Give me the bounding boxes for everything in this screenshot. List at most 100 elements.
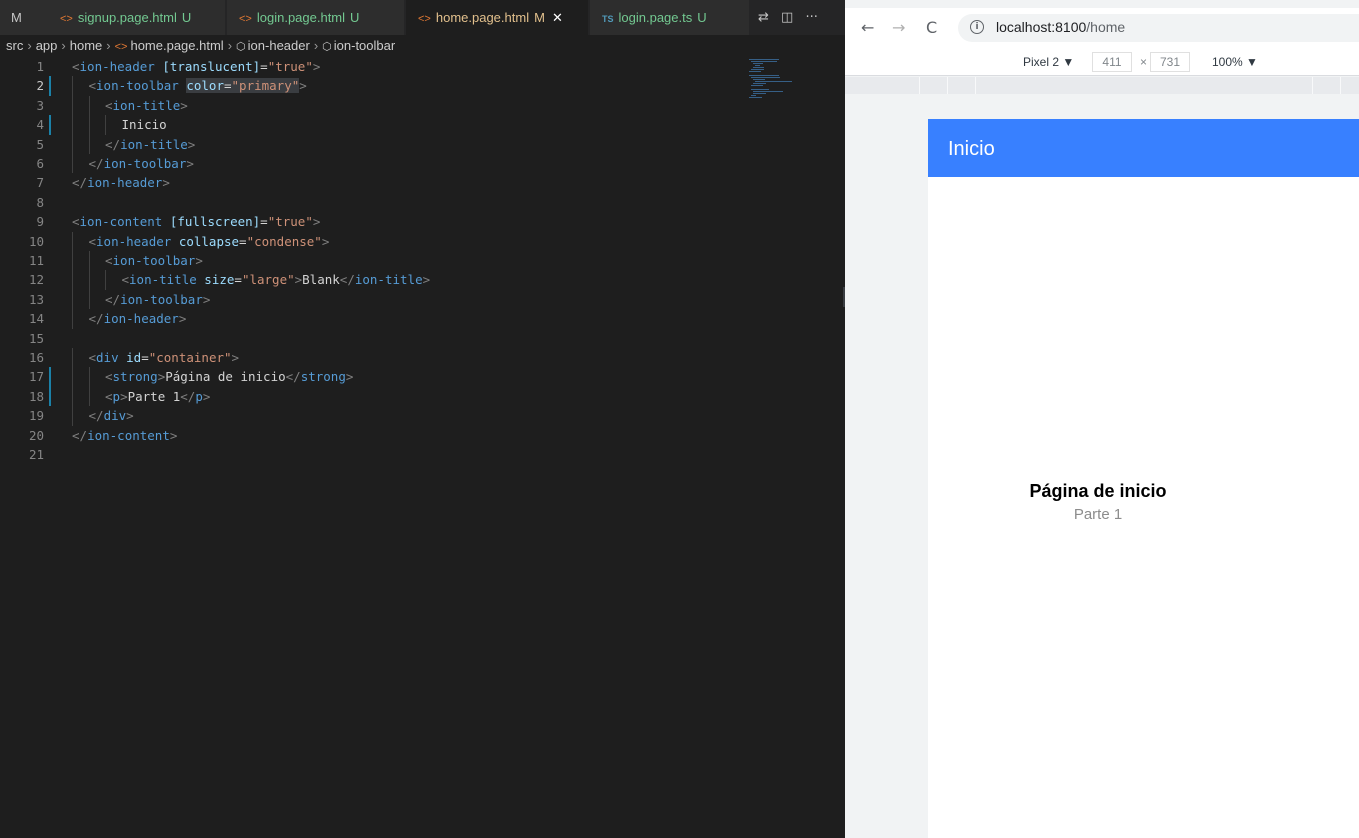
breadcrumb-item[interactable]: app <box>36 38 58 53</box>
code-token: div <box>103 408 127 424</box>
breadcrumb-item[interactable]: home <box>70 38 103 53</box>
media-query-ruler[interactable] <box>845 77 1359 94</box>
code-line[interactable]: 5 </ion-title> <box>0 134 845 154</box>
code-text: </ion-header> <box>72 173 170 192</box>
code-token: > <box>169 427 178 443</box>
editor-tab[interactable]: <> home.page.html M ✕ <box>406 0 589 35</box>
modified-line-marker[interactable] <box>49 115 51 135</box>
code-token: </ <box>88 408 104 424</box>
code-token: Parte 1 <box>127 388 181 404</box>
back-icon[interactable]: ← <box>861 18 874 37</box>
code-token: = <box>239 233 247 249</box>
forward-icon[interactable]: → <box>892 18 905 37</box>
close-tab-icon[interactable]: ✕ <box>552 10 563 25</box>
code-line[interactable]: 15 <box>0 329 845 348</box>
editor-tab[interactable]: <> signup.page.html U <box>48 0 226 35</box>
code-text: <ion-toolbar color="primary"> <box>89 76 307 95</box>
info-icon[interactable]: i <box>970 20 984 34</box>
code-token: > <box>186 156 194 171</box>
code-token: size <box>204 272 235 288</box>
breadcrumb-item[interactable]: ion-toolbar <box>334 38 395 53</box>
minimap[interactable] <box>745 57 845 117</box>
code-line[interactable]: 1 <ion-header [translucent]="true"> <box>0 57 845 76</box>
editor-tab[interactable]: <> login.page.html U <box>227 0 405 35</box>
code-token: </ <box>88 311 104 327</box>
minimap-line <box>749 75 779 76</box>
code-line[interactable]: 13 </ion-toolbar> <box>0 289 845 310</box>
git-status-badge: U <box>350 10 360 25</box>
code-line[interactable]: 9 <ion-content [fullscreen]="true"> <box>0 212 845 231</box>
page-heading: Página de inicio <box>1029 481 1167 501</box>
ruler-tick <box>947 77 948 94</box>
minimap-line <box>749 71 761 72</box>
line-number: 2 <box>36 78 44 94</box>
compare-changes-icon[interactable]: ⇄ <box>758 0 769 35</box>
line-number: 6 <box>36 156 44 171</box>
code-token: < <box>105 253 113 268</box>
breadcrumb-item[interactable]: home.page.html <box>130 38 223 53</box>
code-area[interactable]: 1 <ion-header [translucent]="true"> 2 <ion-… <box>0 57 845 838</box>
indent-guide <box>88 251 90 271</box>
split-editor-icon[interactable]: ◫ <box>781 0 793 35</box>
git-status-badge: U <box>697 10 707 25</box>
code-line[interactable]: 4 Inicio <box>0 115 845 135</box>
code-token: Página de inicio <box>165 369 286 385</box>
code-line[interactable]: 6 </ion-toolbar> <box>0 154 845 174</box>
reload-icon[interactable]: C <box>926 18 937 37</box>
code-line[interactable]: 7 </ion-header> <box>0 173 845 192</box>
html-icon: <> <box>60 13 73 25</box>
indent-guide <box>72 115 73 135</box>
code-line[interactable]: 16 <div id="container"> <box>0 348 845 368</box>
address-bar[interactable]: i localhost:8100/home <box>958 14 1359 42</box>
code-token: "primary" <box>231 78 300 94</box>
url-text[interactable]: localhost:8100/home <box>996 19 1125 35</box>
code-line[interactable]: 8 <box>0 193 845 212</box>
code-token: ion-header <box>103 311 179 327</box>
modified-line-marker[interactable] <box>49 386 51 407</box>
code-text: </ion-header> <box>89 309 187 328</box>
more-actions-icon[interactable]: ··· <box>805 0 817 35</box>
breadcrumb-item[interactable]: src <box>6 38 23 53</box>
code-line[interactable]: 10 <ion-header collapse="condense"> <box>0 231 845 251</box>
device-select[interactable]: Pixel 2 ▼ <box>1023 55 1074 69</box>
code-text: Inicio <box>122 115 167 134</box>
code-line[interactable]: 3 <ion-title> <box>0 95 845 116</box>
code-token: > <box>299 78 307 94</box>
code-token: [fullscreen] <box>169 214 261 230</box>
code-token: ion-title <box>129 272 197 288</box>
code-token: > <box>202 388 211 404</box>
code-token: > <box>422 272 431 288</box>
zoom-select[interactable]: 100% ▼ <box>1212 55 1258 69</box>
viewport-height-input[interactable]: 731 <box>1150 52 1190 72</box>
indent-guide <box>72 231 73 251</box>
code-line[interactable]: 21 <box>0 445 845 464</box>
code-line[interactable]: 12 <ion-title size="large">Blank</ion-tit… <box>0 270 845 290</box>
viewport-width-input[interactable]: 411 <box>1092 52 1132 72</box>
editor-tab[interactable]: TS login.page.ts U <box>590 0 750 35</box>
code-token: ion-toolbar <box>103 156 187 171</box>
code-token: </ <box>339 272 355 288</box>
code-line[interactable]: 20 </ion-content> <box>0 426 845 445</box>
code-line[interactable]: 18 <p>Parte 1</p> <box>0 386 845 407</box>
line-number: 18 <box>28 388 44 404</box>
code-line[interactable]: 11 <ion-toolbar> <box>0 251 845 271</box>
breadcrumb-item[interactable]: ion-header <box>248 38 310 53</box>
html-icon: <> <box>114 41 128 53</box>
code-line[interactable]: 17 <strong>Página de inicio</strong> <box>0 367 845 387</box>
indent-guide <box>88 270 90 290</box>
minimap-line <box>751 85 763 86</box>
emulated-device-screen: Inicio Página de inicio Parte 1 <box>928 119 1359 838</box>
code-token: > <box>312 59 321 74</box>
tab-overflow-modified[interactable]: M <box>0 0 48 35</box>
indent-guide <box>72 154 73 174</box>
line-number: 20 <box>28 427 44 443</box>
modified-line-marker[interactable] <box>49 367 51 387</box>
breadcrumb-separator: › <box>61 38 66 53</box>
code-text: </div> <box>89 406 134 425</box>
code-line[interactable]: 19 </div> <box>0 406 845 426</box>
code-text: <p>Parte 1</p> <box>105 387 210 406</box>
code-line[interactable]: 2 <ion-toolbar color="primary"> <box>0 76 845 96</box>
modified-line-marker[interactable] <box>49 76 51 96</box>
code-line[interactable]: 14 </ion-header> <box>0 309 845 329</box>
